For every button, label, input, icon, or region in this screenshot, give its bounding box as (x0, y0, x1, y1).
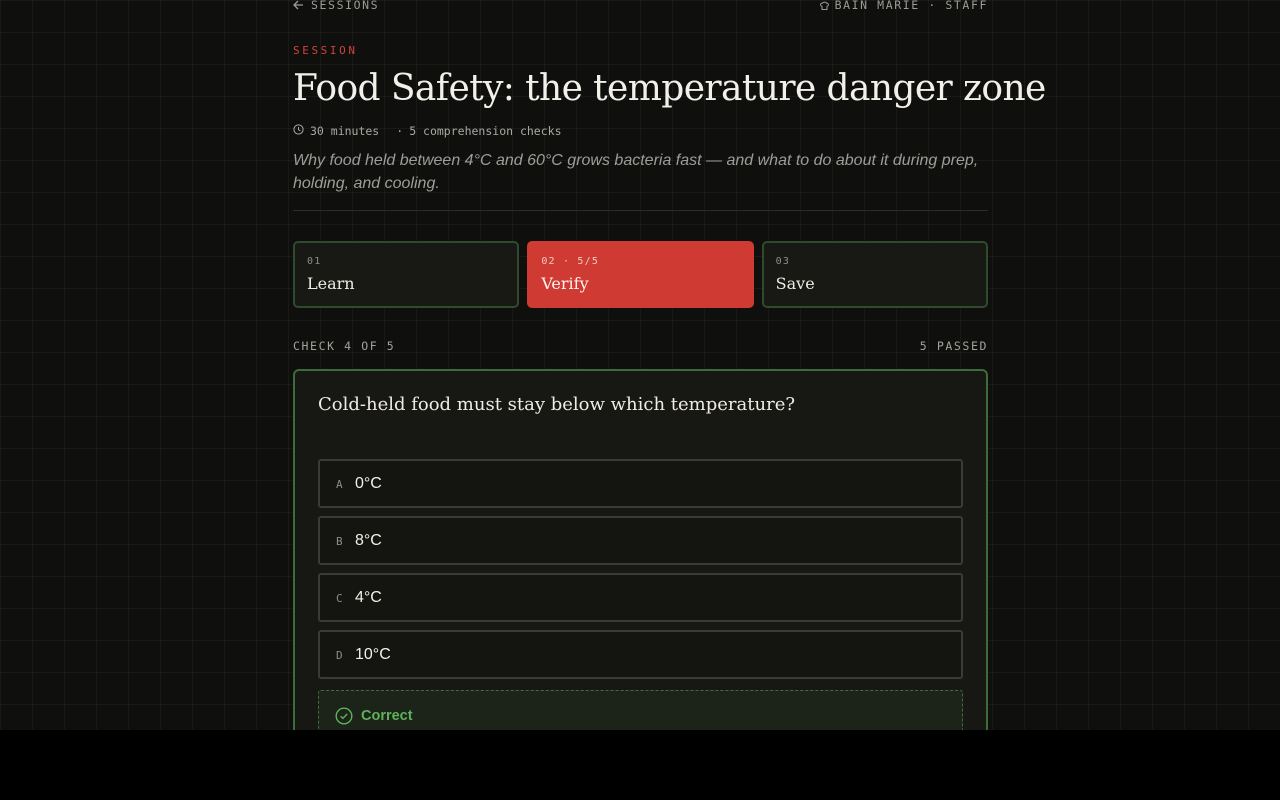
clock-icon (293, 124, 304, 138)
step-label: Learn (307, 274, 355, 293)
answer-option-c[interactable]: C 4°C (318, 573, 963, 622)
step-number: 03 (775, 256, 791, 267)
answer-option-a[interactable]: A 0°C (318, 459, 963, 508)
meta-separator: · (396, 124, 404, 138)
session-checks-count: 5 comprehension checks (409, 124, 562, 138)
step-number: 01 (307, 256, 322, 267)
divider (293, 210, 988, 211)
feedback-label: Correct (361, 708, 413, 724)
page-title: Food Safety: the temperature danger zone (293, 68, 1046, 109)
question-text: Cold-held food must stay below which tem… (318, 394, 795, 415)
step-label: Save (775, 274, 815, 293)
step-tab-learn[interactable]: 01 Learn (293, 241, 520, 308)
answer-options: A 0°C B 8°C C 4°C D 10°C (318, 459, 963, 679)
option-key: D (336, 649, 343, 662)
step-tabs: 01 Learn 02 · 5/5 Verify 03 Save (293, 241, 988, 308)
answer-option-d[interactable]: D 10°C (318, 630, 963, 679)
step-number: 02 · 5/5 (541, 256, 600, 267)
chef-hat-icon (819, 0, 830, 11)
option-text: 4°C (355, 588, 382, 606)
brand-label: BAIN MARIE · STAFF (834, 0, 988, 12)
section-eyebrow: SESSION (293, 44, 358, 57)
step-tab-save[interactable]: 03 Save (761, 241, 988, 308)
brand: BAIN MARIE · STAFF (819, 0, 988, 12)
option-key: A (336, 478, 343, 491)
option-text: 10°C (355, 645, 391, 663)
option-text: 0°C (355, 474, 382, 492)
passed-counter: 5 PASSED (919, 339, 988, 353)
check-counter: CHECK 4 OF 5 (293, 339, 396, 353)
top-bar: SESSIONS BAIN MARIE · STAFF (293, 0, 988, 12)
back-to-sessions-link[interactable]: SESSIONS (293, 0, 379, 12)
option-text: 8°C (355, 531, 382, 549)
back-link-label: SESSIONS (311, 0, 380, 12)
check-circle-icon (335, 707, 353, 725)
question-card: Cold-held food must stay below which tem… (293, 369, 988, 730)
option-key: B (336, 535, 343, 548)
session-description: Why food held between 4°C and 60°C grows… (293, 152, 979, 192)
session-duration: 30 minutes (310, 124, 380, 138)
app-viewport: SESSIONS BAIN MARIE · STAFF SESSION Food… (0, 0, 1280, 730)
arrow-left-icon (293, 0, 304, 10)
answer-option-b[interactable]: B 8°C (318, 516, 963, 565)
answer-feedback: Correct (318, 690, 963, 730)
step-tab-verify[interactable]: 02 · 5/5 Verify (527, 241, 754, 308)
session-meta: 30 minutes · 5 comprehension checks (293, 124, 562, 138)
check-progress: CHECK 4 OF 5 5 PASSED (293, 339, 988, 353)
step-label: Verify (541, 274, 589, 293)
option-key: C (336, 592, 343, 605)
